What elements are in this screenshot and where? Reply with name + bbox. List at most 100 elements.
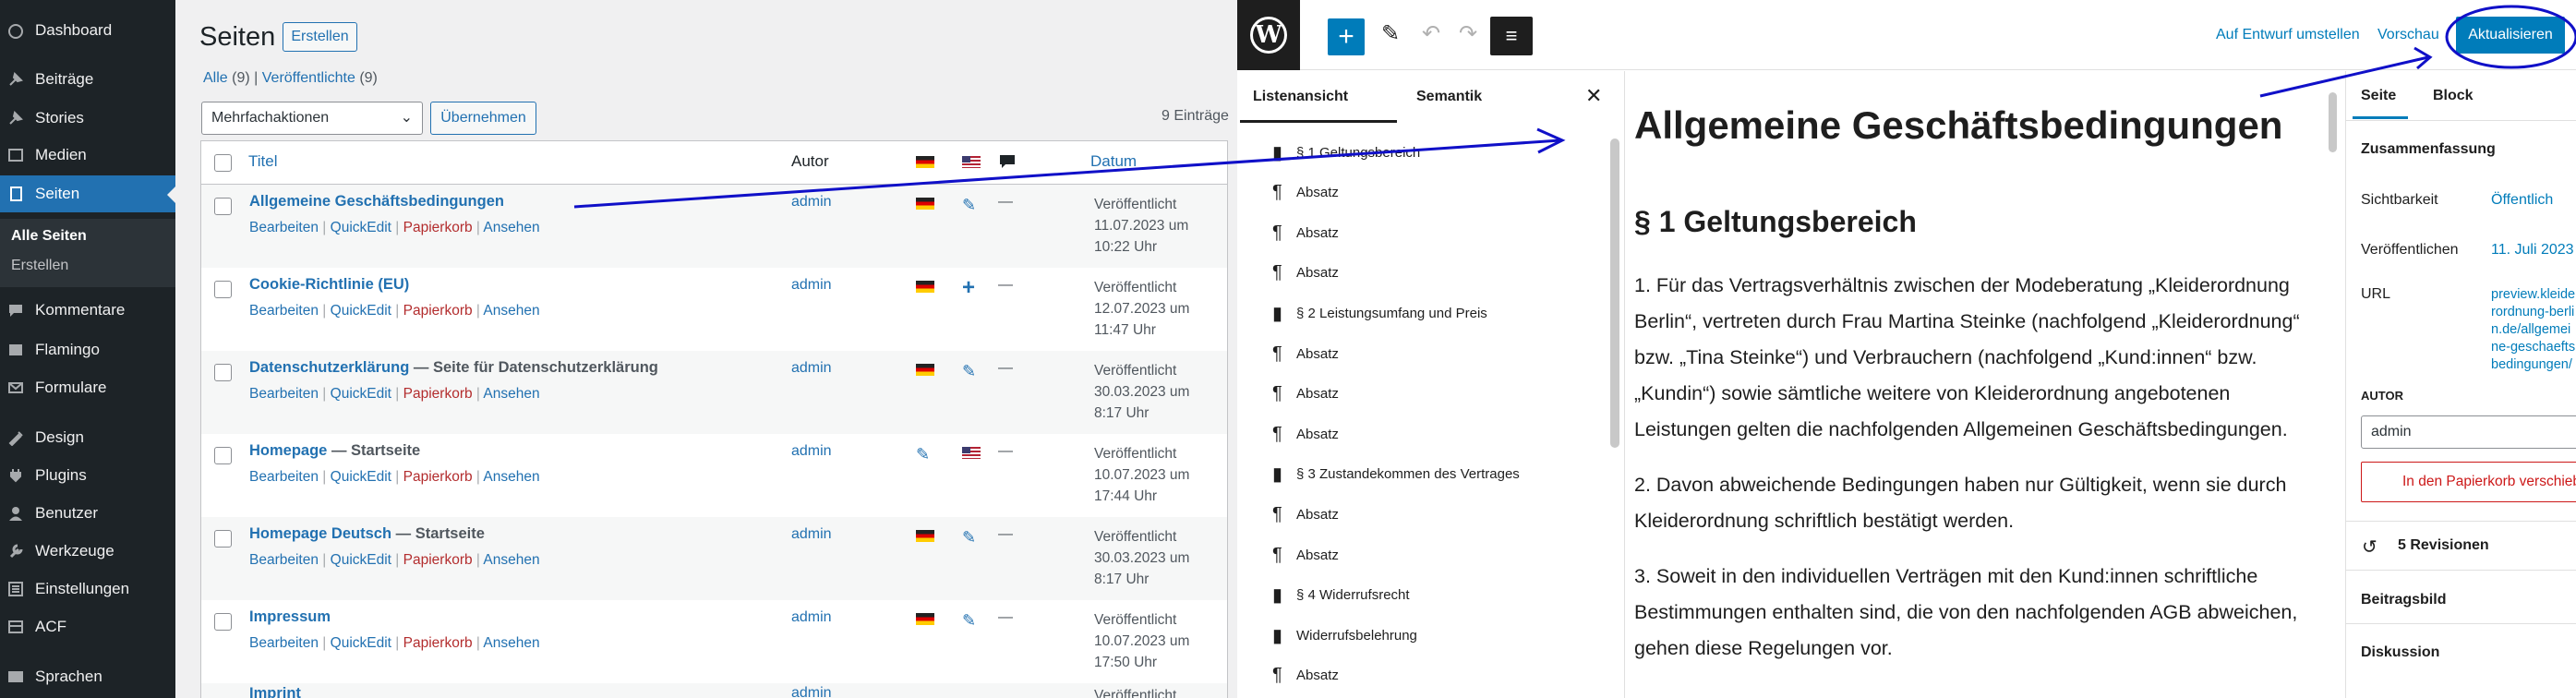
pencil-icon[interactable]: ✎ — [962, 362, 976, 381]
row-title-link[interactable]: Homepage Deutsch — [249, 525, 391, 542]
undo-icon[interactable]: ↶ — [1422, 20, 1440, 47]
menu-plugins[interactable]: Plugins — [0, 457, 175, 494]
view-link[interactable]: Ansehen — [483, 386, 539, 402]
menu-comments[interactable]: Kommentare — [0, 292, 175, 329]
list-view-item[interactable]: ¶ Absatz — [1272, 255, 1339, 292]
view-link[interactable]: Ansehen — [483, 552, 539, 568]
row-author[interactable]: admin — [791, 194, 832, 211]
filter-published[interactable]: Veröffentlichte — [262, 70, 355, 86]
column-title[interactable]: Titel — [248, 152, 278, 171]
list-view-item[interactable]: ¶ Absatz — [1272, 174, 1339, 211]
list-view-item[interactable]: ▮ Widerrufsbelehrung — [1272, 617, 1417, 654]
menu-tools[interactable]: Werkzeuge — [0, 533, 175, 570]
row-author[interactable]: admin — [791, 443, 832, 460]
row-checkbox[interactable] — [214, 447, 232, 464]
discussion-panel[interactable]: Diskussion — [2361, 644, 2439, 661]
row-author[interactable]: admin — [791, 609, 832, 626]
menu-settings[interactable]: Einstellungen — [0, 571, 175, 608]
url-value[interactable]: preview.kleiderordnung-berlin.de/allgeme… — [2491, 286, 2576, 375]
edit-link[interactable]: Bearbeiten — [249, 220, 319, 235]
paragraph-block[interactable]: 1. Für das Vertragsverhältnis zwischen d… — [1634, 268, 2306, 448]
list-view-item[interactable]: ▮ § 2 Leistungsumfang und Preis — [1272, 295, 1487, 331]
edit-link[interactable]: Bearbeiten — [249, 303, 319, 319]
menu-dashboard[interactable]: Dashboard — [0, 12, 175, 49]
quickedit-link[interactable]: QuickEdit — [331, 635, 391, 651]
wordpress-logo-icon[interactable]: W — [1237, 0, 1300, 70]
submenu-create[interactable]: Erstellen — [11, 258, 68, 274]
row-title-link[interactable]: Imprint — [249, 685, 301, 698]
author-select[interactable]: admin — [2361, 415, 2576, 449]
document-title[interactable]: Allgemeine Geschäftsbedingungen — [1634, 103, 2282, 148]
move-to-trash-button[interactable]: In den Papierkorb verschieben — [2361, 462, 2576, 502]
trash-link[interactable]: Papierkorb — [403, 635, 473, 651]
menu-acf[interactable]: ACF — [0, 608, 175, 645]
featured-image-panel[interactable]: Beitragsbild — [2361, 592, 2446, 608]
list-view-button[interactable]: ≡ — [1490, 17, 1533, 55]
row-checkbox[interactable] — [214, 613, 232, 631]
filter-all[interactable]: Alle — [203, 70, 228, 86]
view-link[interactable]: Ansehen — [483, 303, 539, 319]
menu-flamingo[interactable]: Flamingo — [0, 331, 175, 368]
list-view-item[interactable]: ▮ § 1 Geltungsbereich — [1272, 134, 1420, 171]
add-block-button[interactable]: + — [1328, 18, 1365, 55]
menu-forms[interactable]: Formulare — [0, 369, 175, 406]
pencil-icon[interactable]: ✎ — [962, 528, 976, 548]
trash-link[interactable]: Papierkorb — [403, 303, 473, 319]
row-author[interactable]: admin — [791, 277, 832, 294]
row-checkbox[interactable] — [214, 198, 232, 215]
menu-design[interactable]: Design — [0, 419, 175, 456]
list-view-item[interactable]: ¶ Absatz — [1272, 496, 1339, 533]
redo-icon[interactable]: ↷ — [1459, 20, 1477, 47]
menu-users[interactable]: Benutzer — [0, 495, 175, 532]
list-view-item[interactable]: ¶ Absatz — [1272, 415, 1339, 452]
update-button[interactable]: Aktualisieren — [2456, 17, 2565, 54]
list-view-item[interactable]: ▮ § 3 Zustandekommen des Vertrages — [1272, 456, 1520, 493]
quickedit-link[interactable]: QuickEdit — [331, 386, 391, 402]
edit-link[interactable]: Bearbeiten — [249, 386, 319, 402]
quickedit-link[interactable]: QuickEdit — [331, 552, 391, 568]
column-date[interactable]: Datum — [1090, 152, 1137, 171]
view-link[interactable]: Ansehen — [483, 469, 539, 485]
tab-page[interactable]: Seite — [2361, 88, 2396, 104]
menu-media[interactable]: Medien — [0, 137, 175, 174]
list-view-item[interactable]: ¶ Absatz — [1272, 657, 1339, 694]
select-all-checkbox[interactable] — [214, 154, 232, 172]
visibility-value[interactable]: Öffentlich — [2491, 192, 2553, 209]
row-title-link[interactable]: Impressum — [249, 608, 331, 625]
edit-link[interactable]: Bearbeiten — [249, 469, 319, 485]
publish-date[interactable]: 11. Juli 2023 — [2491, 242, 2574, 259]
pencil-icon[interactable]: ✎ — [962, 611, 976, 631]
apply-button[interactable]: Übernehmen — [430, 102, 536, 135]
preview-button[interactable]: Vorschau — [2377, 27, 2439, 43]
switch-to-draft-button[interactable]: Auf Entwurf umstellen — [2216, 27, 2360, 43]
paragraph-block[interactable]: 3. Soweit in den individuellen Verträgen… — [1634, 559, 2306, 667]
row-title-link[interactable]: Datenschutzerklärung — [249, 359, 409, 376]
row-checkbox[interactable] — [214, 281, 232, 298]
quickedit-link[interactable]: QuickEdit — [331, 303, 391, 319]
heading-block[interactable]: § 1 Geltungsbereich — [1634, 205, 1917, 239]
canvas-scrollbar[interactable] — [2329, 92, 2337, 152]
list-view-scrollbar[interactable] — [1610, 138, 1619, 448]
menu-pages[interactable]: Seiten — [0, 175, 175, 212]
list-view-item[interactable]: ¶ Absatz — [1272, 214, 1339, 251]
view-link[interactable]: Ansehen — [483, 220, 539, 235]
row-title-link[interactable]: Cookie-Richtlinie (EU) — [249, 276, 409, 293]
menu-posts[interactable]: Beiträge — [0, 61, 175, 98]
submenu-all-pages[interactable]: Alle Seiten — [11, 228, 87, 245]
revisions-link[interactable]: 5 Revisionen — [2398, 537, 2489, 554]
pencil-icon[interactable]: ✎ — [916, 445, 930, 464]
row-author[interactable]: admin — [791, 685, 832, 698]
row-title-link[interactable]: Allgemeine Geschäftsbedingungen — [249, 193, 504, 210]
trash-link[interactable]: Papierkorb — [403, 552, 473, 568]
pencil-icon[interactable]: ✎ — [962, 196, 976, 215]
menu-stories[interactable]: Stories — [0, 100, 175, 137]
bulk-actions-select[interactable]: Mehrfachaktionen ⌄ — [201, 102, 423, 135]
list-view-item[interactable]: ▮ § 4 Widerrufsrecht — [1272, 577, 1410, 614]
tab-list-view[interactable]: Listenansicht — [1253, 89, 1348, 105]
list-view-item[interactable]: ¶ Absatz — [1272, 335, 1339, 372]
pen-tool-icon[interactable]: ✎ — [1381, 20, 1400, 47]
add-translation-icon[interactable]: + — [962, 275, 975, 301]
row-checkbox[interactable] — [214, 530, 232, 548]
quickedit-link[interactable]: QuickEdit — [331, 220, 391, 235]
menu-languages[interactable]: Sprachen — [0, 658, 175, 695]
